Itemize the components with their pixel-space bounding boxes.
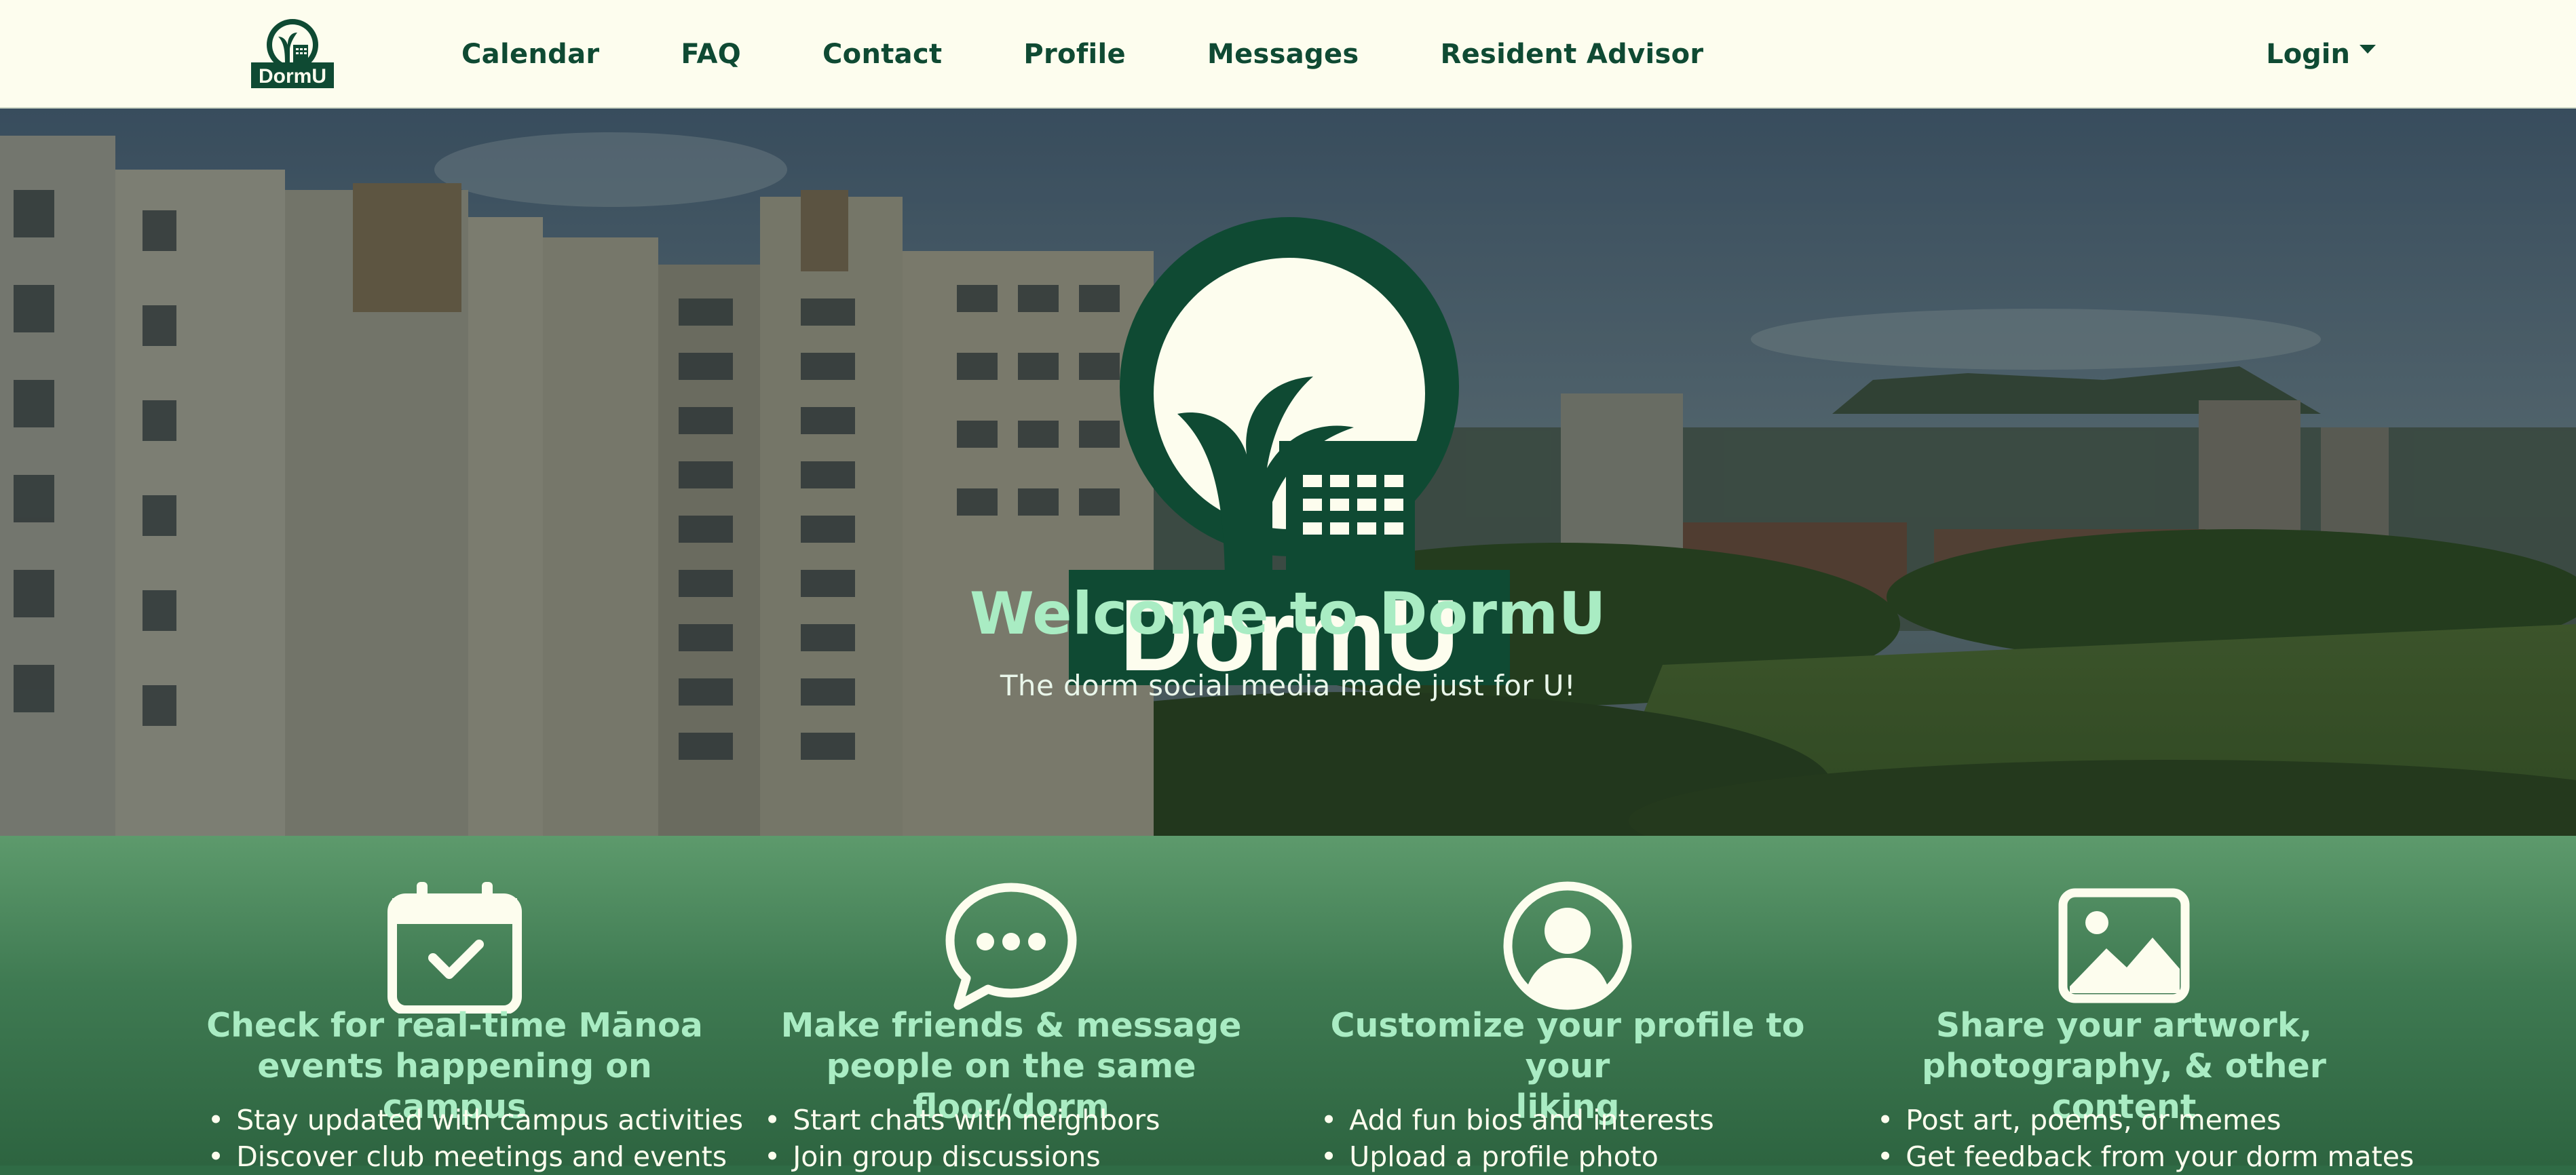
feature-list: Stay updated with campus activities Disc… xyxy=(208,1102,743,1175)
hero-title: Welcome to DormU xyxy=(969,580,1606,648)
list-item: Post art, poems, or memes xyxy=(1877,1102,2414,1138)
hero-subtitle: The dorm social media made just for U! xyxy=(1000,669,1576,702)
feature-list: Post art, poems, or memes Get feedback f… xyxy=(1877,1102,2414,1175)
list-item: Add fun bios and interests xyxy=(1321,1102,1714,1138)
nav-link-resident-advisor[interactable]: Resident Advisor xyxy=(1440,39,1703,70)
list-item: Start chats with neighbors xyxy=(764,1102,1160,1138)
svg-text:DormU: DormU xyxy=(259,65,326,88)
nav-link-contact[interactable]: Contact xyxy=(822,39,942,70)
list-item: Discover club meetings and events xyxy=(208,1138,743,1175)
calendar-check-icon xyxy=(387,882,522,1014)
login-dropdown[interactable]: Login xyxy=(2266,0,2376,109)
nav-link-calendar[interactable]: Calendar xyxy=(461,39,599,70)
top-navbar: DormU Calendar FAQ Contact Profile Messa… xyxy=(0,0,2576,109)
user-circle-icon xyxy=(1503,881,1632,1010)
feature-list: Start chats with neighbors Join group di… xyxy=(764,1102,1160,1175)
feature-list: Add fun bios and interests Upload a prof… xyxy=(1321,1102,1714,1175)
list-item: Get feedback from your dorm mates xyxy=(1877,1138,2414,1175)
nav-link-profile[interactable]: Profile xyxy=(1023,39,1126,70)
nav-links: Calendar FAQ Contact Profile Messages Re… xyxy=(461,0,1703,109)
login-label: Login xyxy=(2266,39,2350,70)
nav-link-messages[interactable]: Messages xyxy=(1207,39,1359,70)
image-icon xyxy=(2058,888,2190,1003)
dormu-logo-icon[interactable]: DormU xyxy=(251,16,334,90)
hero-banner: DormU Welcome to DormU The dorm social m… xyxy=(0,109,2576,836)
features-section: Check for real-time Mānoa events happenin… xyxy=(0,836,2576,1173)
list-item: Stay updated with campus activities xyxy=(208,1102,743,1138)
nav-link-faq[interactable]: FAQ xyxy=(681,39,741,70)
chat-bubble-icon xyxy=(945,883,1077,1010)
caret-down-icon xyxy=(2360,44,2376,54)
list-item: Join group discussions xyxy=(764,1138,1160,1175)
list-item: Upload a profile photo xyxy=(1321,1138,1714,1175)
